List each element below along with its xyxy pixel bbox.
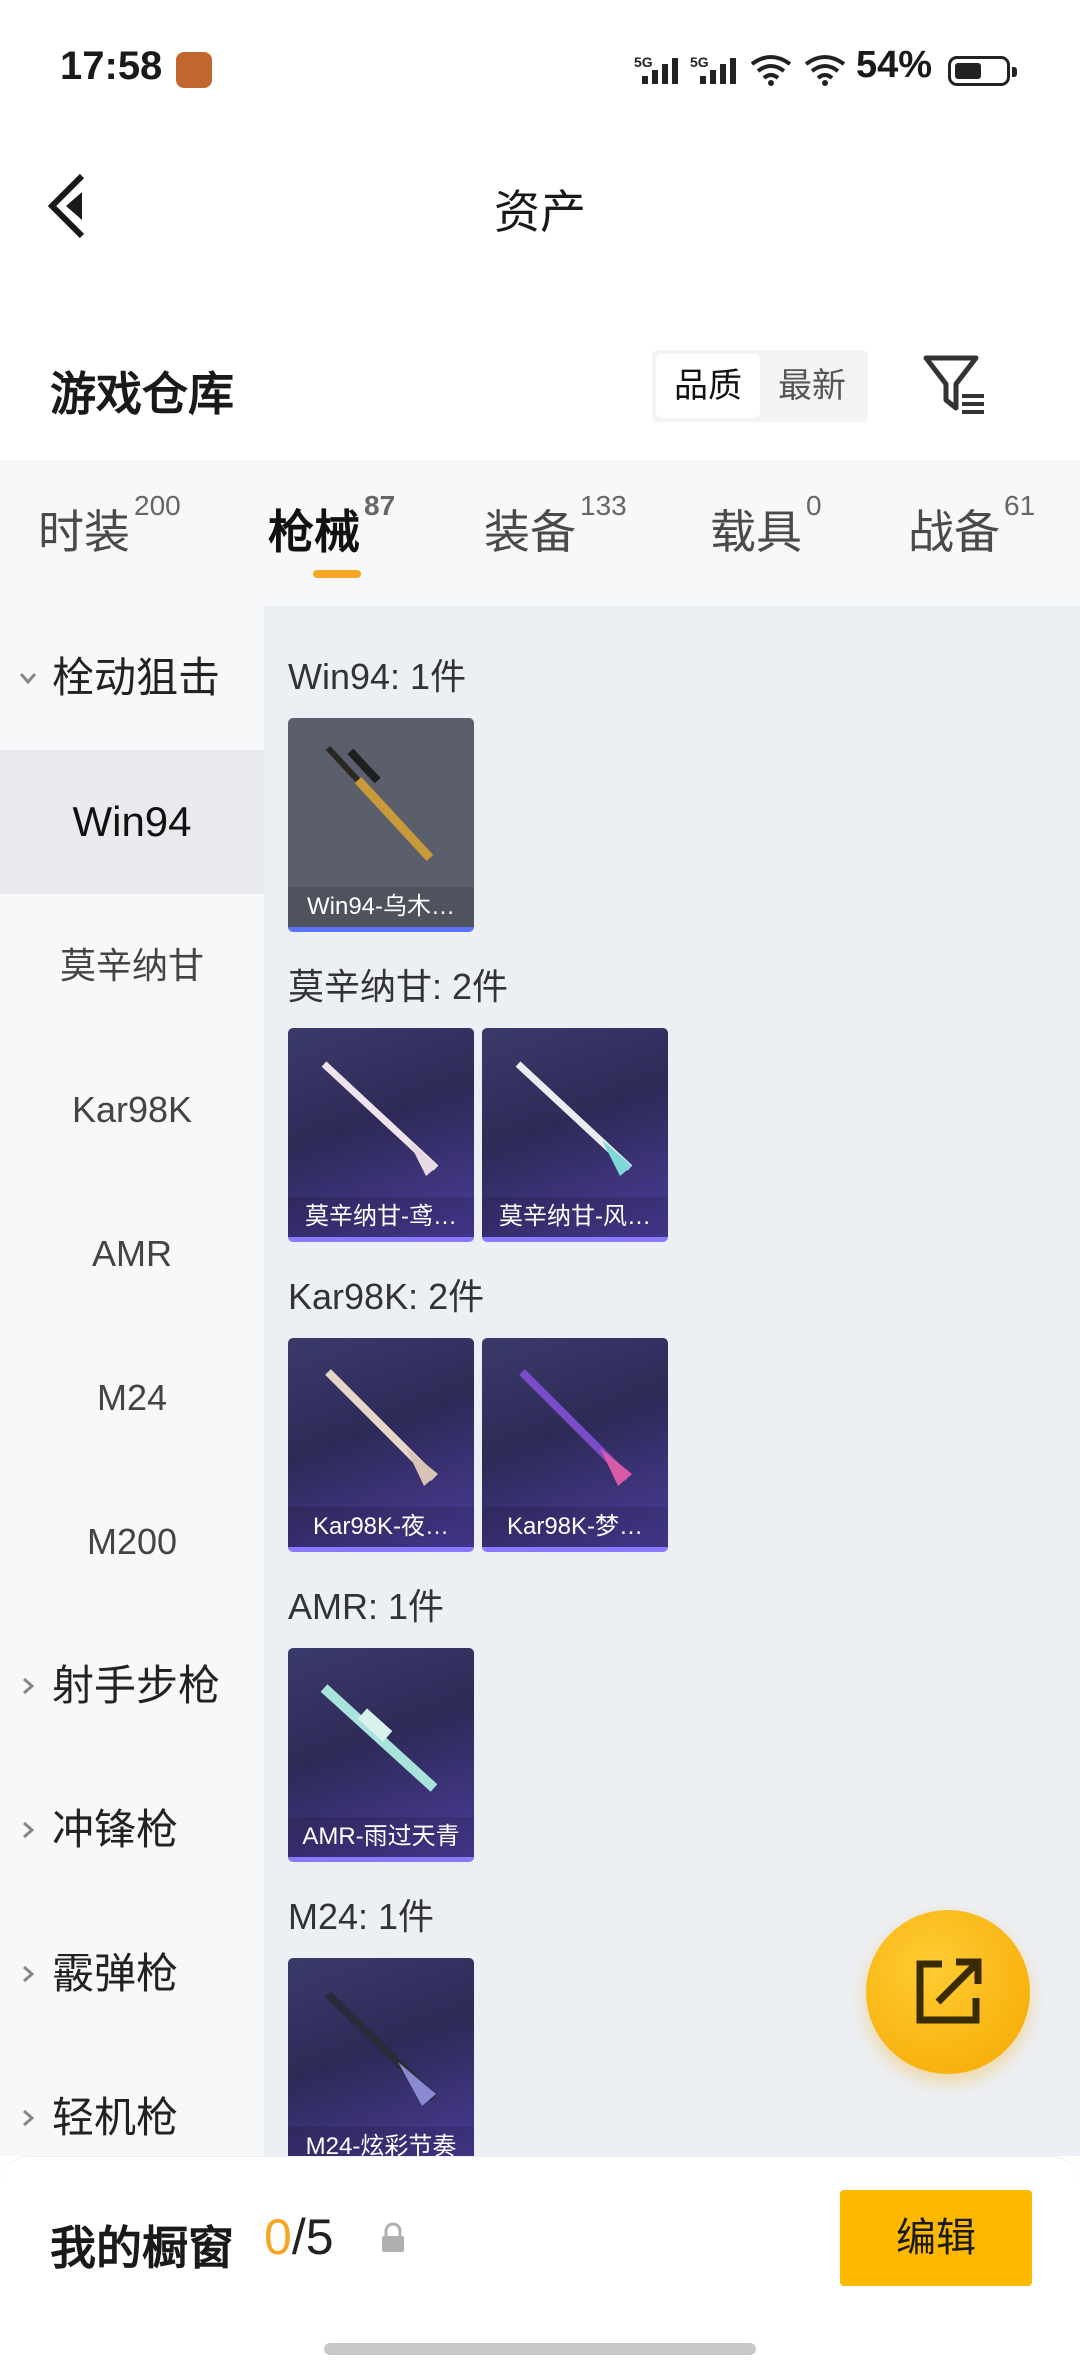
showcase-current: 0 [264,2209,292,2265]
tab-count: 87 [364,490,396,521]
tab-supplies[interactable]: 战备61 [908,490,1035,562]
tab-label: 枪械 [268,506,360,558]
signal-icon-2 [700,58,736,84]
rifle-icon [320,1684,438,1792]
sidebar-group-label: 霰弹枪 [52,1950,179,1997]
weapon-card-caption: Win94-乌木… [288,887,474,927]
tab-fashion[interactable]: 时装200 [38,490,181,562]
sidebar-item-mosin[interactable]: 莫辛纳甘 [0,894,264,1038]
group-label-m24: M24: 1件 [288,1896,435,1937]
group-label-amr: AMR: 1件 [288,1586,445,1627]
active-tab-indicator [313,570,361,578]
filter-icon[interactable] [920,350,990,420]
rifle-icon [519,1369,632,1486]
lock-icon [382,2222,404,2252]
weapon-card[interactable]: Kar98K-夜… [288,1338,474,1552]
status-time: 17:58 [60,44,163,88]
tab-firearms[interactable]: 枪械87 [268,490,395,562]
tab-count: 61 [1004,490,1036,521]
chevron-right-icon [23,1677,35,1695]
sidebar-group-label: 射手步枪 [52,1662,221,1709]
weapon-card[interactable]: 莫辛纳甘-鸢… [288,1028,474,1242]
tab-count: 133 [580,490,627,521]
sort-latest-button[interactable]: 最新 [760,354,864,418]
tab-count: 200 [134,490,181,521]
wifi-icon-2 [804,55,846,86]
sidebar-item-m200[interactable]: M200 [0,1470,264,1614]
sidebar-group-label: 冲锋枪 [52,1806,179,1853]
weapon-card-caption: Kar98K-夜… [288,1507,474,1547]
sidebar-group-marksman[interactable]: 射手步枪 [18,1614,220,1758]
tab-vehicles[interactable]: 载具0 [710,490,822,562]
signal-icon-1 [642,58,678,84]
showcase-total: /5 [291,2209,334,2265]
edit-button[interactable]: 编辑 [840,2190,1032,2286]
sort-toggle: 品质 最新 [652,350,868,422]
weapon-card[interactable]: Kar98K-梦… [482,1338,668,1552]
rifle-icon [515,1061,633,1176]
weapon-card[interactable]: 莫辛纳甘-风… [482,1028,668,1242]
tab-count: 0 [806,490,822,521]
battery-icon [948,56,1017,86]
warehouse-title: 游戏仓库 [50,368,234,420]
weapon-card-caption: Kar98K-梦… [482,1507,668,1547]
chevron-right-icon [23,1965,35,1983]
chevron-down-icon [19,673,37,685]
sidebar-group-bolt-action[interactable]: 栓动狙击 [18,606,220,750]
tab-label: 时装 [38,506,130,558]
sidebar-item-amr[interactable]: AMR [0,1182,264,1326]
sidebar-group-smg[interactable]: 冲锋枪 [18,1758,178,1902]
sidebar-group-label: 栓动狙击 [52,654,221,701]
weapon-card-caption: M24-炫彩节奏 [288,2127,474,2156]
rifle-icon [325,1369,438,1486]
weapon-card[interactable]: AMR-雨过天青 [288,1648,474,1862]
home-indicator[interactable] [324,2343,756,2355]
share-button[interactable] [866,1910,1030,2074]
tab-label: 载具 [710,506,802,558]
weapon-type-sidebar: 栓动狙击 Win94 莫辛纳甘 Kar98K AMR M24 M200 射手步枪… [0,606,264,2156]
rifle-icon [325,745,434,862]
tab-equipment[interactable]: 装备133 [484,490,627,562]
group-label-mosin: 莫辛纳甘: 2件 [288,966,509,1007]
rifle-icon [325,1991,437,2106]
weapon-card-caption: 莫辛纳甘-风… [482,1197,668,1237]
sort-quality-button[interactable]: 品质 [656,354,760,418]
group-label-win94: Win94: 1件 [288,656,467,697]
weapon-card[interactable]: Win94-乌木… [288,718,474,932]
tab-label: 装备 [484,506,576,558]
weapon-card[interactable]: M24-炫彩节奏 [288,1958,474,2156]
showcase-count: 0/5 [264,2208,334,2266]
chevron-right-icon [23,2109,35,2127]
weapon-card-caption: AMR-雨过天青 [288,1817,474,1857]
page-title: 资产 [494,186,586,238]
share-icon [916,1958,982,2024]
wifi-icon [750,55,792,86]
battery-percent: 54% [856,44,933,86]
rifle-icon [321,1061,439,1176]
showcase-label: 我的橱窗 [50,2222,234,2274]
sidebar-item-m24[interactable]: M24 [0,1326,264,1470]
group-label-kar98k: Kar98K: 2件 [288,1276,485,1317]
sidebar-item-win94[interactable]: Win94 [0,750,264,894]
chevron-right-icon [23,1821,35,1839]
app-notification-icon [176,52,212,88]
sidebar-group-shotgun[interactable]: 霰弹枪 [18,1902,178,2046]
tab-label: 战备 [908,506,1000,558]
sidebar-item-kar98k[interactable]: Kar98K [0,1038,264,1182]
weapon-card-caption: 莫辛纳甘-鸢… [288,1197,474,1237]
